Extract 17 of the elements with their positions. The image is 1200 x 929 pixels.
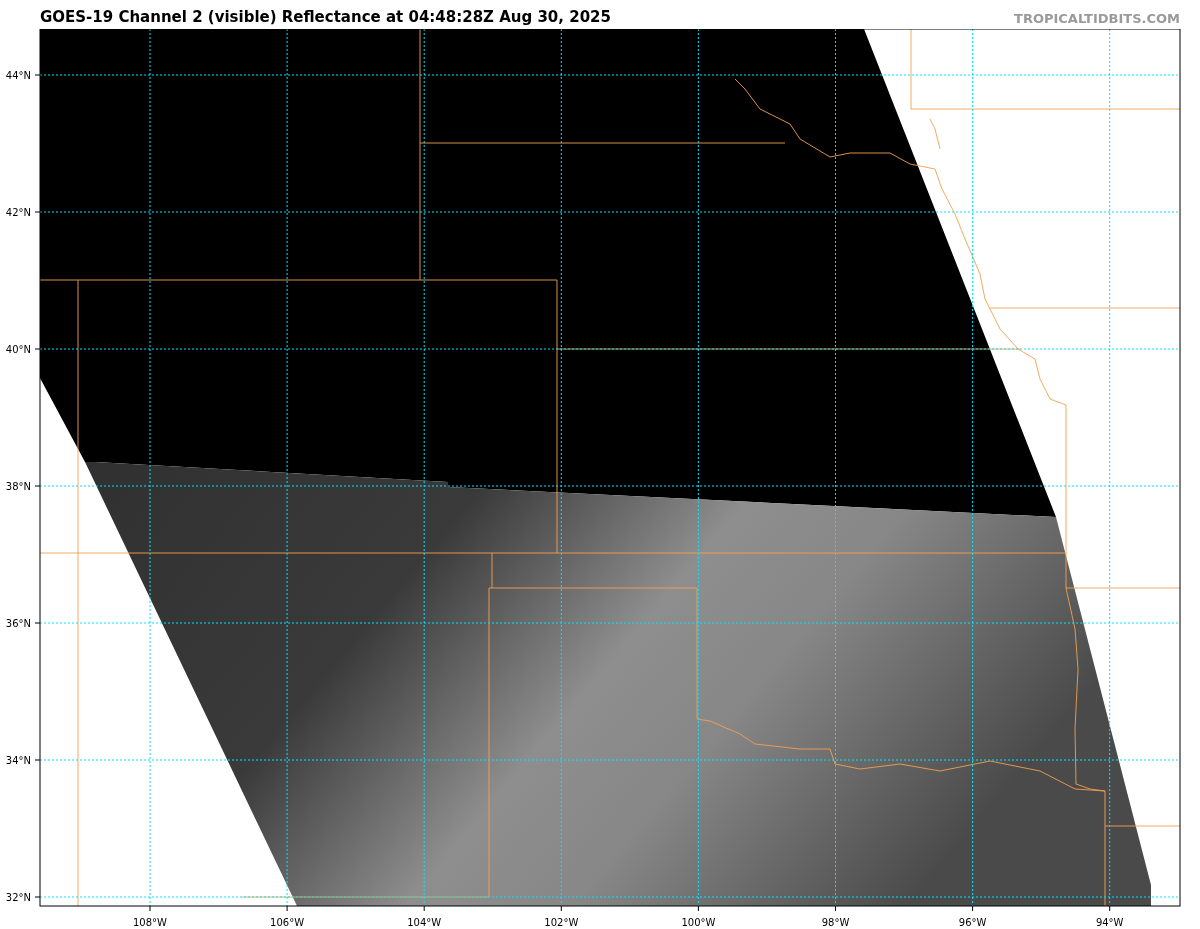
site-credit: TROPICALTIDBITS.COM xyxy=(1014,11,1180,28)
latitude-label: 32°N xyxy=(5,892,31,903)
latitude-label: 40°N xyxy=(5,344,31,355)
longitude-label: 98°W xyxy=(821,917,850,928)
longitude-label: 104°W xyxy=(407,917,442,928)
longitude-label: 96°W xyxy=(958,917,987,928)
latitude-label: 44°N xyxy=(5,70,31,81)
latitude-label: 38°N xyxy=(5,481,31,492)
longitude-label: 102°W xyxy=(544,917,579,928)
longitude-label: 108°W xyxy=(133,917,167,928)
latitude-label: 36°N xyxy=(5,618,31,629)
latitude-label: 34°N xyxy=(5,755,31,766)
map-title: GOES-19 Channel 2 (visible) Reflectance at 04:48:28Z Aug 30, 2025 xyxy=(40,8,611,28)
longitude-label: 106°W xyxy=(270,917,305,928)
longitude-label: 100°W xyxy=(681,917,716,928)
latitude-label: 42°N xyxy=(5,207,31,218)
longitude-label: 94°W xyxy=(1095,917,1124,928)
